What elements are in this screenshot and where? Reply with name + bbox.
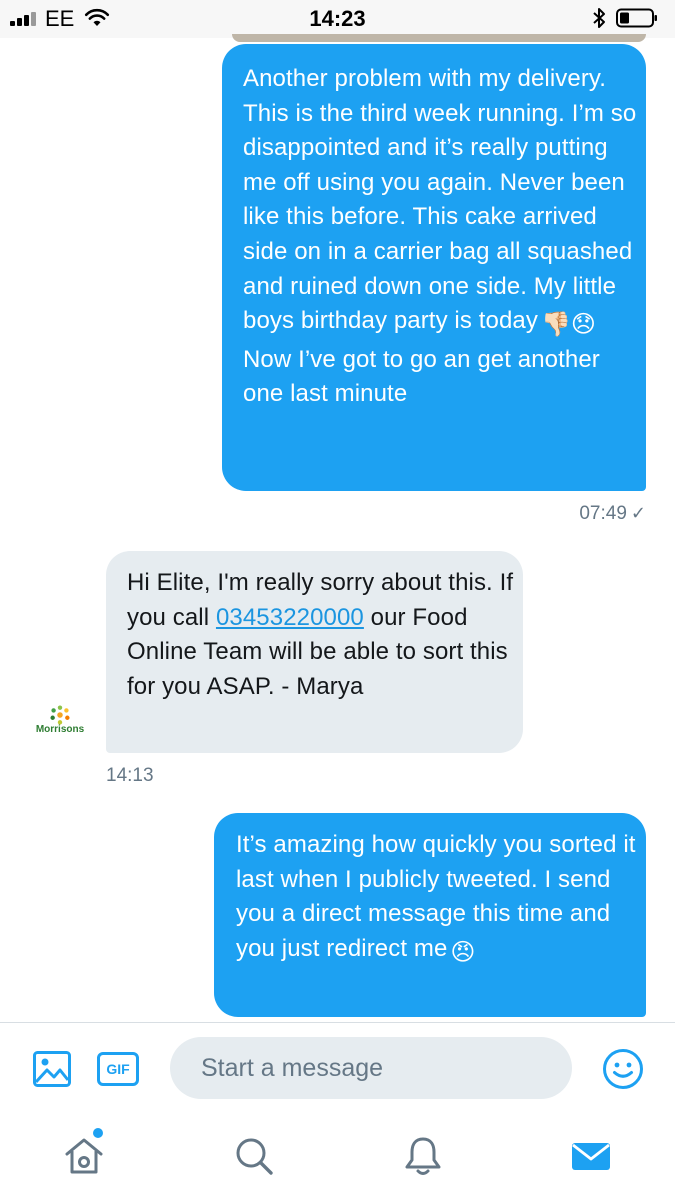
- message-text: It’s amazing how quickly you sorted it l…: [236, 828, 644, 970]
- gif-button[interactable]: GIF: [97, 1052, 139, 1086]
- bell-icon[interactable]: [401, 1134, 445, 1178]
- previous-message-peek: [232, 34, 646, 42]
- outgoing-message-bubble[interactable]: Another problem with my delivery. This i…: [222, 44, 646, 491]
- angry-face-emoji-icon: 😠: [450, 938, 476, 966]
- thumbs-down-disappointed-emoji-icon: 👎🏻😞: [540, 311, 597, 339]
- status-bar: EE 14:23: [0, 0, 675, 38]
- sent-check-icon: ✓: [630, 503, 646, 523]
- message-text: Hi Elite, I'm really sorry about this. I…: [127, 569, 514, 700]
- bluetooth-icon: [593, 8, 605, 28]
- outgoing-message-bubble[interactable]: It’s amazing how quickly you sorted it l…: [214, 813, 646, 1017]
- message-timestamp: 14:13: [106, 765, 154, 786]
- morrisons-logo-icon: [50, 705, 70, 725]
- message-timestamp: 07:49 ✓: [579, 503, 646, 524]
- status-time: 14:23: [309, 6, 366, 31]
- message-input[interactable]: [170, 1037, 572, 1099]
- incoming-message-bubble[interactable]: Hi Elite, I'm really sorry about this. I…: [106, 551, 523, 753]
- home-badge-dot: [93, 1128, 103, 1138]
- smiley-icon[interactable]: [602, 1048, 644, 1090]
- search-icon[interactable]: [232, 1134, 276, 1178]
- avatar-wordmark: Morrisons: [35, 724, 85, 735]
- image-icon[interactable]: [32, 1049, 72, 1089]
- bottom-tab-bar: [0, 1116, 675, 1200]
- envelope-icon[interactable]: [569, 1134, 613, 1178]
- sender-avatar[interactable]: Morrisons: [28, 704, 92, 744]
- message-composer: GIF: [0, 1022, 675, 1117]
- message-text: Another problem with my delivery. This i…: [243, 65, 637, 408]
- home-icon[interactable]: [62, 1134, 106, 1178]
- battery-icon: [616, 8, 657, 28]
- phone-number-link[interactable]: 03453220000: [216, 604, 364, 631]
